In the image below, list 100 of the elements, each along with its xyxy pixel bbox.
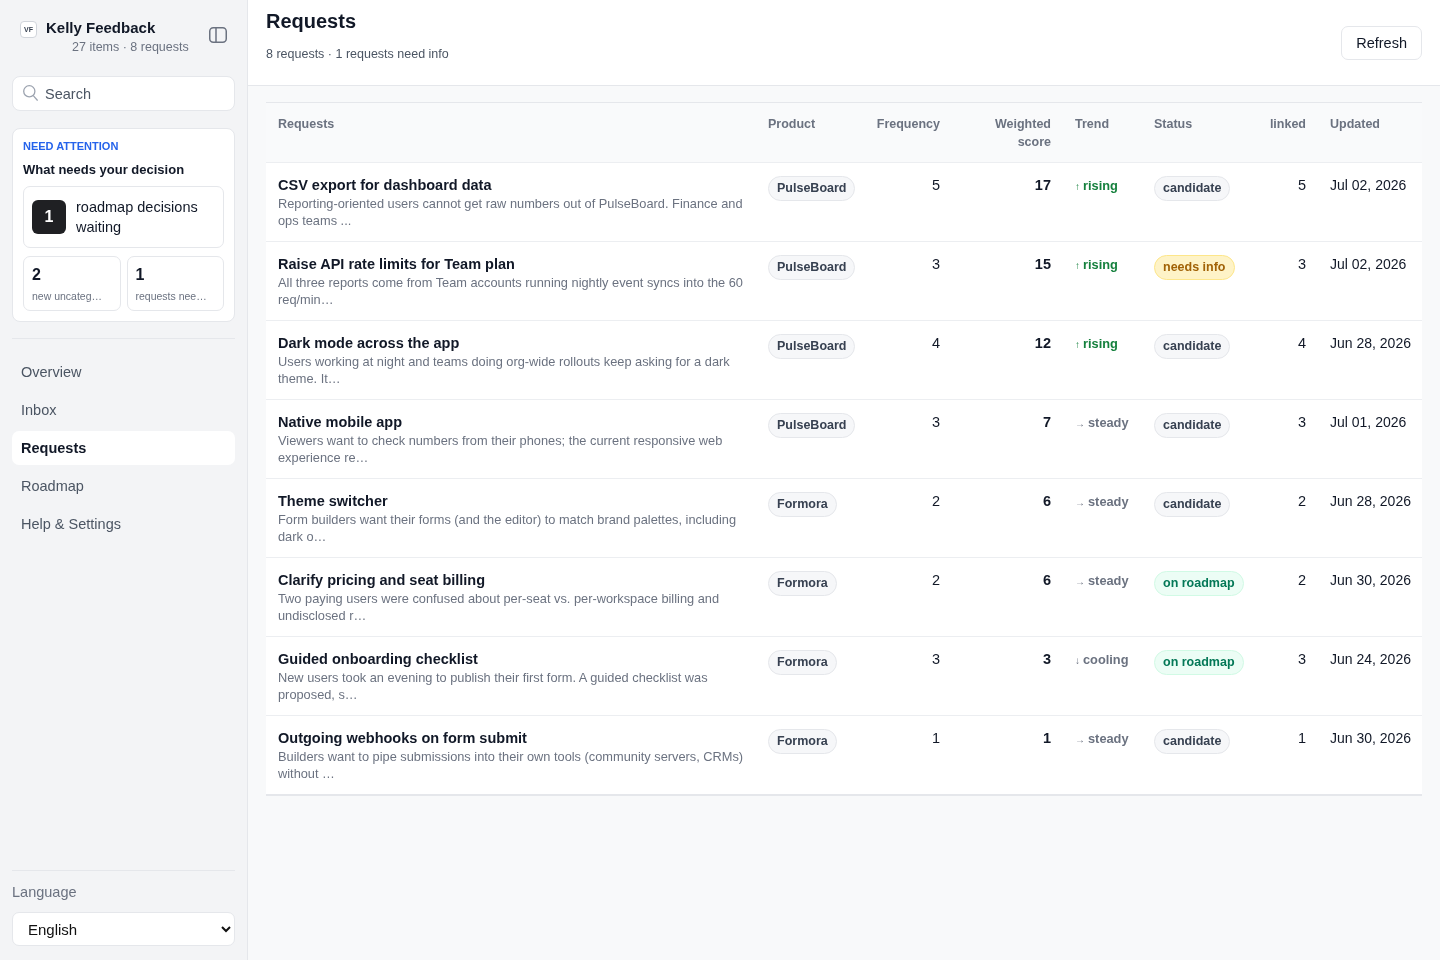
request-title[interactable]: Guided onboarding checklist — [278, 650, 744, 668]
trend-indicator: → steady — [1075, 572, 1129, 590]
trend-indicator: → steady — [1075, 493, 1129, 511]
request-title[interactable]: Dark mode across the app — [278, 334, 744, 352]
workspace-name: Kelly Feedback — [46, 19, 156, 36]
request-description: Users working at night and teams doing org-wide rollouts keep asking for a dark theme. It… — [278, 353, 731, 387]
score-value: 6 — [1042, 571, 1051, 590]
nav-item[interactable]: Roadmap — [12, 469, 235, 503]
attention-heading: What needs your decision — [23, 162, 186, 177]
attention-tile[interactable]: 2 new uncateg… — [23, 256, 121, 311]
tile-label: new uncateg… — [32, 290, 104, 302]
trend-indicator: → steady — [1075, 414, 1129, 432]
decision-label: roadmap decisions waiting — [76, 198, 199, 237]
status-tag: candidate — [1154, 334, 1231, 359]
updated-date: Jun 30, 2026 — [1330, 729, 1411, 748]
column-header[interactable]: Status — [1154, 115, 1193, 133]
page-title: Requests — [266, 10, 358, 33]
linked-count: 2 — [1297, 571, 1306, 590]
updated-date: Jul 01, 2026 — [1330, 413, 1407, 432]
column-header[interactable]: Updated — [1330, 115, 1380, 133]
page-subtitle: 8 requests · 1 requests need info — [266, 47, 449, 61]
request-description: All three reports come from Team accounts running nightly event syncs into the 60 req/min… — [278, 274, 744, 308]
column-header[interactable]: Frequency — [876, 115, 940, 133]
score-value: 6 — [1042, 492, 1051, 511]
status-tag: on roadmap — [1154, 650, 1244, 675]
frequency-value: 3 — [931, 650, 940, 669]
column-header[interactable]: Product — [768, 115, 816, 133]
tile-label: requests nee… — [135, 290, 208, 302]
request-title[interactable]: Outgoing webhooks on form submit — [278, 729, 744, 747]
language-select[interactable]: English — [12, 912, 235, 946]
updated-date: Jul 02, 2026 — [1330, 255, 1407, 274]
request-description: Form builders want their forms (and the editor) to match brand palettes, including dark o… — [278, 511, 738, 545]
trend-indicator: ↑ rising — [1075, 256, 1118, 274]
column-header[interactable]: Trend — [1075, 115, 1110, 133]
score-value: 12 — [1034, 334, 1051, 353]
decision-tile[interactable]: 1 roadmap decisions waiting — [23, 186, 224, 248]
status-tag: candidate — [1154, 413, 1231, 438]
status-tag: on roadmap — [1154, 571, 1244, 596]
frequency-value: 4 — [931, 334, 940, 353]
sidebar-toggle-icon[interactable] — [209, 27, 227, 43]
score-value: 3 — [1042, 650, 1051, 669]
column-header[interactable]: linked — [1269, 115, 1306, 133]
request-title[interactable]: Theme switcher — [278, 492, 744, 510]
request-description: New users took an evening to publish their first form. A guided checklist was proposed, s… — [278, 669, 709, 703]
column-header[interactable]: Requests — [278, 115, 335, 133]
request-description: Two paying users were confused about per-seat vs. per-workspace billing and undisclosed r… — [278, 590, 721, 624]
request-title[interactable]: Native mobile app — [278, 413, 744, 431]
request-title[interactable]: Clarify pricing and seat billing — [278, 571, 744, 589]
request-description: Builders want to pipe submissions into their own tools (community servers, CRMs) without … — [278, 748, 744, 782]
decision-count: 1 — [32, 200, 66, 234]
column-header[interactable]: Weighted score — [964, 115, 1051, 151]
score-value: 15 — [1034, 255, 1051, 274]
updated-date: Jun 24, 2026 — [1330, 650, 1411, 669]
linked-count: 3 — [1297, 255, 1306, 274]
status-tag: candidate — [1154, 176, 1231, 201]
attention-eyebrow: NEED ATTENTION — [23, 140, 120, 152]
product-tag: PulseBoard — [768, 176, 856, 201]
product-tag: Formora — [768, 650, 837, 675]
updated-date: Jun 30, 2026 — [1330, 571, 1411, 590]
nav-item[interactable]: Requests — [12, 431, 235, 465]
nav-item[interactable]: Inbox — [12, 393, 235, 427]
product-tag: Formora — [768, 492, 837, 517]
request-title[interactable]: Raise API rate limits for Team plan — [278, 255, 744, 273]
linked-count: 2 — [1297, 492, 1306, 511]
linked-count: 5 — [1297, 176, 1306, 195]
attention-tile[interactable]: 1 requests nee… — [126, 256, 224, 311]
product-tag: PulseBoard — [768, 413, 856, 438]
linked-count: 3 — [1297, 413, 1306, 432]
request-description: Viewers want to check numbers from their phones; the current responsive web experience re… — [278, 432, 724, 466]
request-title[interactable]: CSV export for dashboard data — [278, 176, 744, 194]
nav-item[interactable]: Help & Settings — [12, 507, 235, 541]
search-field[interactable]: Search — [12, 76, 235, 111]
linked-count: 1 — [1297, 729, 1306, 748]
score-value: 17 — [1034, 176, 1051, 195]
trend-indicator: → steady — [1075, 730, 1129, 748]
frequency-value: 2 — [931, 492, 940, 511]
status-tag: candidate — [1154, 729, 1231, 754]
score-value: 1 — [1042, 729, 1051, 748]
frequency-value: 2 — [931, 571, 940, 590]
nav-item[interactable]: Overview — [12, 355, 235, 389]
linked-count: 4 — [1297, 334, 1306, 353]
updated-date: Jun 28, 2026 — [1330, 492, 1411, 511]
product-tag: PulseBoard — [768, 334, 856, 359]
updated-date: Jun 28, 2026 — [1330, 334, 1411, 353]
tile-count: 1 — [135, 266, 146, 284]
status-tag: needs info — [1154, 255, 1235, 280]
frequency-value: 1 — [931, 729, 940, 748]
request-description: Reporting-oriented users cannot get raw numbers out of PulseBoard. Finance and ops teams ... — [278, 195, 744, 229]
frequency-value: 3 — [931, 255, 940, 274]
score-value: 7 — [1042, 413, 1051, 432]
refresh-button[interactable]: Refresh — [1341, 26, 1422, 60]
search-icon — [23, 85, 38, 101]
frequency-value: 5 — [931, 176, 940, 195]
product-tag: Formora — [768, 571, 837, 596]
language-label: Language — [12, 884, 78, 900]
status-tag: candidate — [1154, 492, 1231, 517]
tile-count: 2 — [32, 266, 42, 284]
product-tag: PulseBoard — [768, 255, 856, 280]
trend-indicator: ↑ rising — [1075, 335, 1118, 353]
trend-indicator: ↓ cooling — [1075, 651, 1129, 669]
